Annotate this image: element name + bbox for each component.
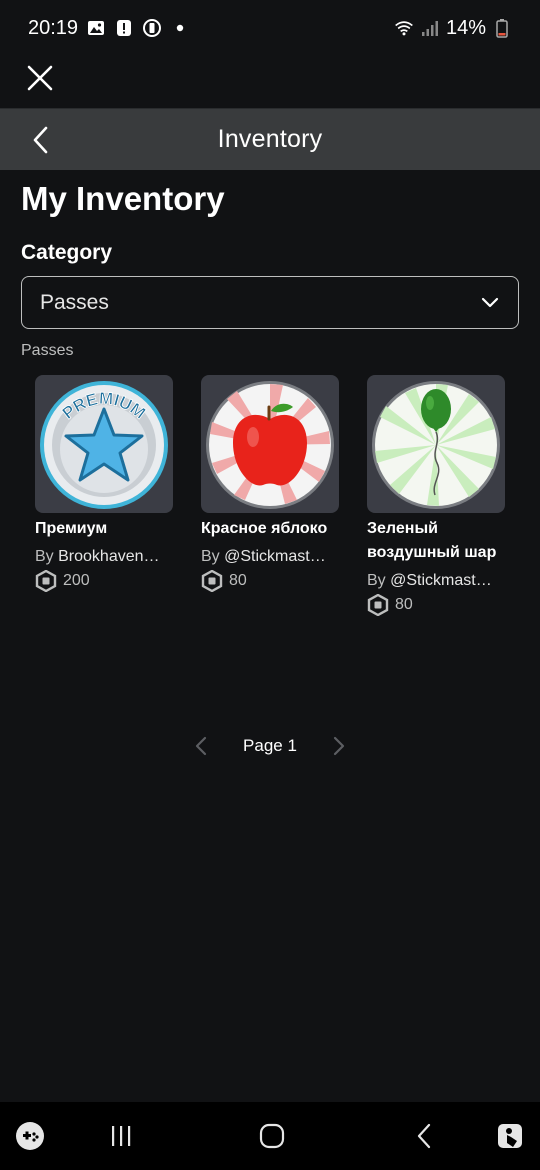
status-time: 20:19 xyxy=(28,16,79,39)
chevron-right-icon xyxy=(333,736,345,756)
recent-apps-button[interactable] xyxy=(103,1118,139,1154)
system-nav-bar xyxy=(0,1102,540,1170)
gamepad-icon xyxy=(16,1122,44,1150)
status-right: 14% xyxy=(394,17,512,40)
notification-dot-icon xyxy=(170,18,190,38)
close-row xyxy=(0,56,540,108)
page-label: Page 1 xyxy=(243,736,297,755)
chevron-down-icon xyxy=(480,293,500,313)
game-launcher-button[interactable] xyxy=(12,1118,48,1154)
prev-page-button[interactable] xyxy=(189,734,213,758)
chevron-left-icon xyxy=(195,736,207,756)
pass-creator[interactable]: By @Stickmast… xyxy=(367,569,505,593)
pass-thumbnail: PREMIUM xyxy=(35,375,173,513)
category-dropdown-value: Passes xyxy=(40,290,109,314)
pass-thumbnail xyxy=(367,375,505,513)
chevron-left-icon xyxy=(33,126,48,154)
back-icon xyxy=(417,1123,431,1149)
page-title: My Inventory xyxy=(21,180,225,217)
green-balloon-icon xyxy=(372,381,500,509)
red-apple-icon xyxy=(206,381,334,509)
robux-icon xyxy=(35,570,57,592)
status-bar: 20:19 14% xyxy=(0,0,540,56)
pass-price: 80 xyxy=(367,593,505,617)
section-label: Passes xyxy=(21,342,74,359)
wifi-icon xyxy=(394,18,414,38)
passes-grid: PREMIUM Премиум By Brookhaven… 200 Красн… xyxy=(35,375,505,617)
robux-icon xyxy=(201,570,223,592)
pagination: Page 1 xyxy=(0,730,540,762)
signal-icon xyxy=(420,18,440,38)
pass-name: Зеленый воздушный шар xyxy=(367,520,497,561)
status-left: 20:19 xyxy=(28,17,190,40)
robux-icon xyxy=(367,594,389,616)
battery-saver-icon xyxy=(142,18,162,38)
pass-creator[interactable]: By Brookhaven… xyxy=(35,545,173,569)
category-label: Category xyxy=(21,241,113,264)
pass-price: 200 xyxy=(35,569,173,593)
pass-card[interactable]: Зеленый воздушный шар By @Stickmast… 80 xyxy=(367,375,505,617)
pass-creator[interactable]: By @Stickmast… xyxy=(201,545,339,569)
battery-icon xyxy=(492,18,512,38)
alert-icon xyxy=(114,18,134,38)
pass-card[interactable]: PREMIUM Премиум By Brookhaven… 200 xyxy=(35,375,173,617)
home-button[interactable] xyxy=(254,1118,290,1154)
header-title: Inventory xyxy=(217,125,323,153)
close-icon xyxy=(27,65,53,91)
pass-thumbnail xyxy=(201,375,339,513)
system-back-button[interactable] xyxy=(406,1118,442,1154)
pass-name: Премиум xyxy=(35,520,108,537)
next-page-button[interactable] xyxy=(327,734,351,758)
battery-percent: 14% xyxy=(445,16,486,39)
back-button[interactable] xyxy=(24,123,58,157)
home-icon xyxy=(259,1123,285,1149)
accessibility-button[interactable] xyxy=(492,1118,528,1154)
pass-price: 80 xyxy=(201,569,339,593)
pass-name: Красное яблоко xyxy=(201,520,328,537)
pass-card[interactable]: Красное яблоко By @Stickmast… 80 xyxy=(201,375,339,617)
category-dropdown[interactable]: Passes xyxy=(21,276,519,329)
app-header: Inventory xyxy=(0,108,540,170)
close-button[interactable] xyxy=(24,62,56,94)
recent-apps-icon xyxy=(112,1126,131,1146)
touch-assist-icon xyxy=(498,1124,522,1148)
gallery-icon xyxy=(86,18,106,38)
premium-star-badge-icon: PREMIUM xyxy=(40,381,168,509)
